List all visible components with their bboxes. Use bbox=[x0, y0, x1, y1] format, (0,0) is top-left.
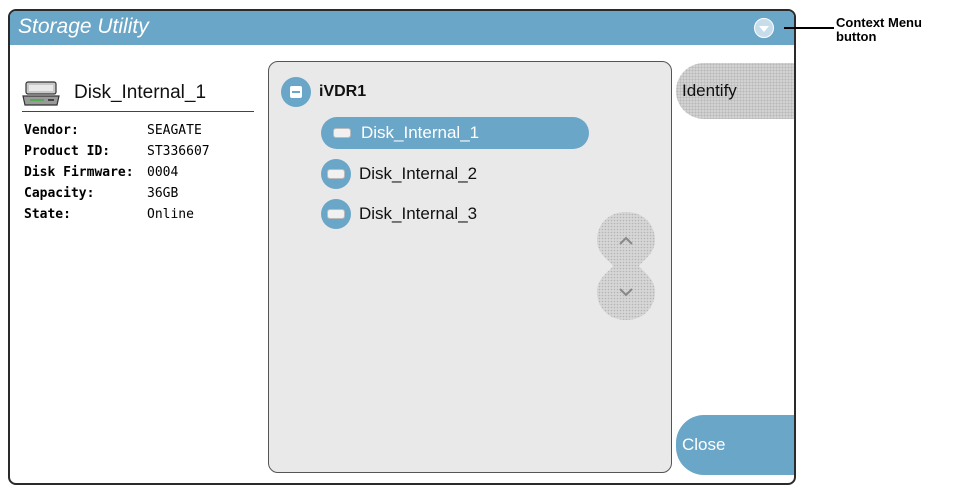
tree-node-label: Disk_Internal_1 bbox=[361, 123, 480, 142]
title-bar: Storage Utility bbox=[10, 11, 794, 45]
identify-button[interactable]: Identify bbox=[676, 63, 794, 119]
product-id-label: Product ID: bbox=[24, 144, 111, 159]
state-value: Online bbox=[147, 207, 194, 222]
callout-line-2: button bbox=[836, 29, 877, 44]
callout-line bbox=[784, 27, 834, 29]
disk-tree-panel: iVDR1 Disk_Internal_1 Disk_Internal_2 Di… bbox=[268, 61, 672, 473]
identify-button-label: Identify bbox=[682, 81, 737, 100]
selected-disk-header: Disk_Internal_1 bbox=[22, 77, 254, 112]
vendor-value: SEAGATE bbox=[147, 123, 202, 138]
context-menu-callout: Context Menu button bbox=[836, 16, 922, 44]
tree-node-label: Disk_Internal_2 bbox=[359, 164, 478, 183]
disk-icon bbox=[327, 209, 345, 219]
state-label: State: bbox=[24, 207, 71, 222]
close-button[interactable]: Close bbox=[676, 415, 794, 475]
close-button-label: Close bbox=[682, 435, 726, 454]
disk-icon bbox=[327, 169, 345, 179]
storage-utility-window: Storage Utility Disk_Internal_1 Vendor: … bbox=[8, 9, 796, 485]
firmware-value: 0004 bbox=[147, 165, 179, 180]
disk-icon-badge bbox=[321, 199, 351, 229]
product-id-value: ST336607 bbox=[147, 144, 210, 159]
chevron-down-icon bbox=[759, 26, 769, 32]
capacity-label: Capacity: bbox=[24, 186, 95, 201]
tree-scroll-control[interactable] bbox=[595, 210, 657, 322]
tree-node-disk-internal-2[interactable]: Disk_Internal_2 bbox=[321, 158, 477, 190]
capacity-value: 36GB bbox=[147, 186, 179, 201]
disk-icon-badge bbox=[321, 159, 351, 189]
tree-node-label: Disk_Internal_3 bbox=[359, 204, 478, 223]
hard-disk-icon bbox=[22, 81, 60, 106]
collapse-minus-icon bbox=[290, 86, 302, 98]
tree-node-ivdr1[interactable]: iVDR1 bbox=[281, 76, 366, 108]
vendor-label: Vendor: bbox=[24, 123, 79, 138]
collapse-button[interactable] bbox=[281, 77, 311, 107]
firmware-label: Disk Firmware: bbox=[24, 165, 134, 180]
tree-node-label: iVDR1 bbox=[319, 83, 367, 100]
context-menu-button[interactable] bbox=[754, 18, 774, 38]
disk-icon bbox=[333, 128, 351, 138]
callout-line-1: Context Menu bbox=[836, 15, 922, 30]
disk-name: Disk_Internal_1 bbox=[74, 82, 207, 103]
tree-node-disk-internal-1[interactable]: Disk_Internal_1 bbox=[321, 117, 589, 149]
window-title: Storage Utility bbox=[18, 15, 149, 38]
tree-node-disk-internal-3[interactable]: Disk_Internal_3 bbox=[321, 198, 477, 230]
